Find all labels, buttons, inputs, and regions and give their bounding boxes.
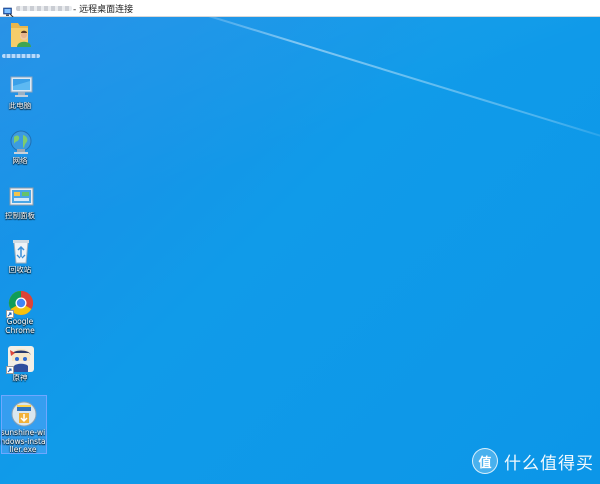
wallpaper-glow [0,17,600,484]
control-panel-icon [6,182,36,212]
window-title: - 远程桌面连接 [73,5,134,15]
desktop-icon-network[interactable]: 网络 [0,127,42,166]
network-label: 网络 [12,157,28,165]
desktop-icon-control-panel[interactable]: 控制面板 [0,182,42,221]
watermark-text: 什么值得买 [504,453,594,474]
remote-desktop-app-icon [3,3,14,18]
recycle-bin-icon [6,236,36,266]
shortcut-arrow-icon [6,366,14,374]
hostname-blurred [16,6,72,11]
user-folder-icon [6,20,36,50]
this-pc-label: 此电脑 [8,102,32,110]
desktop-icon-google-chrome[interactable]: Google Chrome [0,288,42,335]
control-panel-label: 控制面板 [5,212,35,220]
desktop-icon-genshin[interactable]: 原神 [0,344,42,383]
desktop[interactable]: 此电脑 网络 控制面板 回收站 Google Chrome 原神 sunshin… [0,17,600,484]
desktop-icon-this-pc[interactable]: 此电脑 [0,72,42,111]
remote-desktop-titlebar[interactable]: - 远程桌面连接 [0,0,600,18]
user-folder-label-blurred [2,54,40,58]
smzdm-logo-icon: 值 [472,448,498,474]
chrome-icon [6,288,36,318]
watermark: 值 什么值得买 [472,448,594,474]
google-chrome-label: Google Chrome [5,318,35,335]
shortcut-arrow-icon [6,310,14,318]
desktop-icon-sunshine-installer[interactable]: sunshine-wi ndows-insta ller.exe [0,395,47,454]
network-globe-icon [6,127,36,157]
desktop-icon-recycle-bin[interactable]: 回收站 [0,236,42,275]
genshin-app-icon [6,344,36,374]
recycle-bin-label: 回收站 [8,266,32,274]
desktop-icon-user-folder[interactable] [0,20,42,58]
sunshine-installer-label: sunshine-wi ndows-insta ller.exe [0,429,46,453]
genshin-label: 原神 [12,374,28,382]
computer-icon [6,72,36,102]
installer-icon [9,399,39,429]
